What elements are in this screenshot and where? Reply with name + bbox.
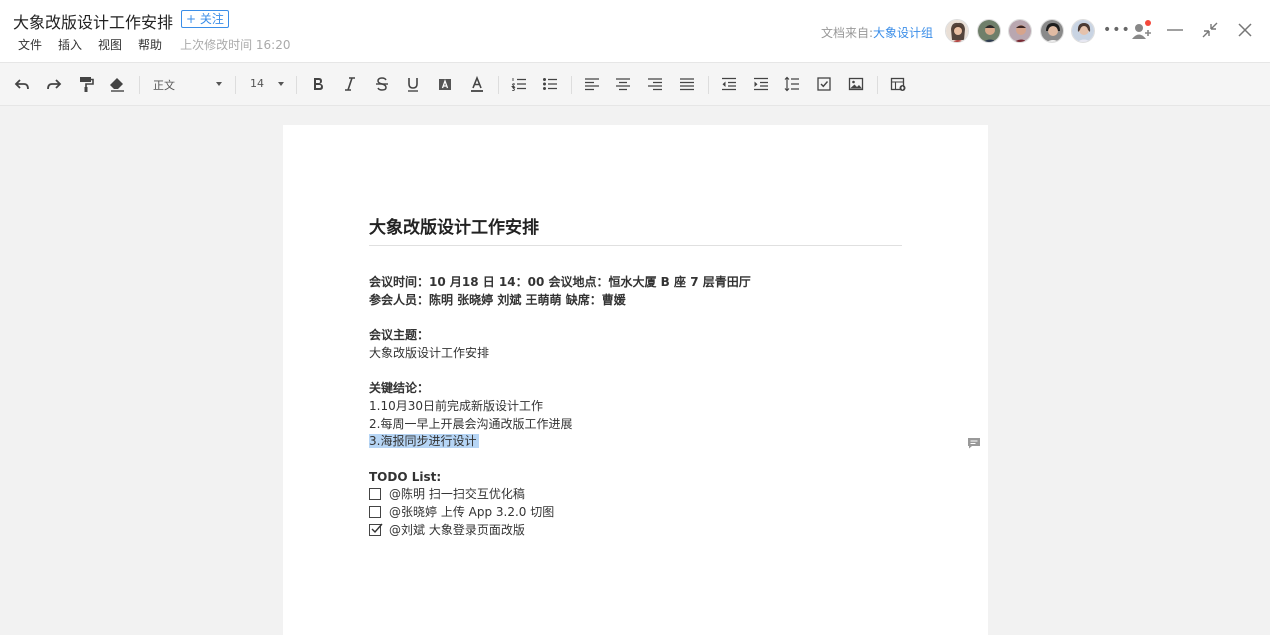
align-center-icon[interactable] <box>614 75 632 93</box>
font-size-select[interactable]: 14 <box>250 77 286 93</box>
menu-help[interactable]: 帮助 <box>138 36 162 53</box>
indent-increase-icon[interactable] <box>752 75 770 93</box>
topic-label[interactable]: 会议主题： <box>369 326 429 344</box>
menu-view[interactable]: 视图 <box>98 36 122 53</box>
conclusion-item[interactable]: 2.每周一早上开晨会沟通改版工作进展 <box>369 415 572 433</box>
source-group-link[interactable]: 大象设计组 <box>873 26 933 40</box>
justify-icon[interactable] <box>678 75 696 93</box>
meeting-time-location[interactable]: 会议时间：10 月18 日 14：00 会议地点：恒水大厦 B 座 7 层青田厅 <box>369 273 751 291</box>
todo-text[interactable]: @陈明 扫一扫交互优化稿 <box>389 485 525 503</box>
last-modified-time: 上次修改时间 16:20 <box>180 38 291 52</box>
checklist-icon[interactable] <box>815 75 833 93</box>
toolbar-divider <box>708 76 709 94</box>
align-left-icon[interactable] <box>583 75 601 93</box>
paragraph-style-value: 正文 <box>153 79 175 92</box>
toolbar-divider <box>296 76 297 94</box>
italic-icon[interactable] <box>341 75 359 93</box>
toolbar-divider <box>571 76 572 94</box>
todo-item: @刘斌 大象登录页面改版 <box>369 521 525 539</box>
add-member-icon[interactable] <box>1130 20 1152 42</box>
document-heading[interactable]: 大象改版设计工作安排 <box>369 213 539 238</box>
document-page[interactable]: 大象改版设计工作安排 会议时间：10 月18 日 14：00 会议地点：恒水大厦… <box>283 125 988 635</box>
font-color-icon[interactable] <box>468 75 486 93</box>
menu-insert[interactable]: 插入 <box>58 36 82 53</box>
align-right-icon[interactable] <box>646 75 664 93</box>
paragraph-style-select[interactable]: 正文 <box>153 77 223 93</box>
indent-decrease-icon[interactable] <box>720 75 738 93</box>
todo-label[interactable]: TODO List: <box>369 468 441 486</box>
checkmark-icon <box>371 523 383 534</box>
toolbar-divider <box>498 76 499 94</box>
notification-dot-icon <box>1145 20 1151 26</box>
menu-bar: 文件 插入 视图 帮助 上次修改时间 16:20 <box>18 36 290 53</box>
line-spacing-icon[interactable] <box>783 75 801 93</box>
minimize-icon[interactable] <box>1164 19 1186 41</box>
collaborator-avatars <box>945 19 1103 43</box>
toolbar-divider <box>139 76 140 94</box>
document-source: 文档来自:大象设计组 <box>821 24 933 41</box>
selected-text[interactable]: 3.海报同步进行设计 <box>369 434 480 448</box>
format-painter-icon[interactable] <box>77 75 95 93</box>
chevron-down-icon <box>278 82 284 86</box>
comment-icon[interactable] <box>967 434 981 449</box>
avatar[interactable] <box>976 19 1001 43</box>
conclusion-label[interactable]: 关键结论： <box>369 379 429 397</box>
undo-icon[interactable] <box>13 75 31 93</box>
restore-icon[interactable] <box>1199 19 1221 41</box>
numbered-list-icon[interactable] <box>510 75 528 93</box>
heading-divider <box>369 245 902 246</box>
todo-item: @陈明 扫一扫交互优化稿 <box>369 485 525 503</box>
todo-text[interactable]: @张晓婷 上传 App 3.2.0 切图 <box>389 503 554 521</box>
document-title[interactable]: 大象改版设计工作安排 <box>13 9 173 33</box>
redo-icon[interactable] <box>45 75 63 93</box>
menu-file[interactable]: 文件 <box>18 36 42 53</box>
toolbar-divider <box>235 76 236 94</box>
avatar[interactable] <box>945 19 969 43</box>
toolbar-divider <box>877 76 878 94</box>
more-icon[interactable]: ••• <box>1103 22 1131 38</box>
title-bar: 大象改版设计工作安排 + 关注 文件 插入 视图 帮助 上次修改时间 16:20… <box>0 0 1270 62</box>
font-size-value: 14 <box>250 77 264 90</box>
topic-value[interactable]: 大象改版设计工作安排 <box>369 344 489 362</box>
avatar[interactable] <box>1071 19 1095 43</box>
chevron-down-icon <box>216 82 222 86</box>
image-icon[interactable] <box>847 75 865 93</box>
strikethrough-icon[interactable] <box>373 75 391 93</box>
todo-text[interactable]: @刘斌 大象登录页面改版 <box>389 521 525 539</box>
source-prefix: 文档来自: <box>821 26 874 40</box>
formatting-toolbar: 正文 14 <box>0 62 1270 106</box>
bold-icon[interactable] <box>309 75 327 93</box>
todo-checkbox-checked[interactable] <box>369 523 383 536</box>
avatar[interactable] <box>1008 19 1032 43</box>
conclusion-item-selected[interactable]: 3.海报同步进行设计 <box>369 432 480 450</box>
close-icon[interactable] <box>1234 19 1256 41</box>
follow-button[interactable]: + 关注 <box>181 10 229 28</box>
attendees[interactable]: 参会人员：陈明 张晓婷 刘斌 王萌萌 缺席：曹媛 <box>369 291 626 309</box>
avatar[interactable] <box>1039 19 1064 43</box>
underline-icon[interactable] <box>404 75 422 93</box>
todo-checkbox[interactable] <box>369 488 381 500</box>
insert-table-icon[interactable] <box>889 75 907 93</box>
clear-format-icon[interactable] <box>108 75 126 93</box>
todo-item: @张晓婷 上传 App 3.2.0 切图 <box>369 503 554 521</box>
bulleted-list-icon[interactable] <box>541 75 559 93</box>
conclusion-item[interactable]: 1.10月30日前完成新版设计工作 <box>369 397 543 415</box>
highlight-icon[interactable] <box>436 75 454 93</box>
todo-checkbox[interactable] <box>369 506 381 518</box>
